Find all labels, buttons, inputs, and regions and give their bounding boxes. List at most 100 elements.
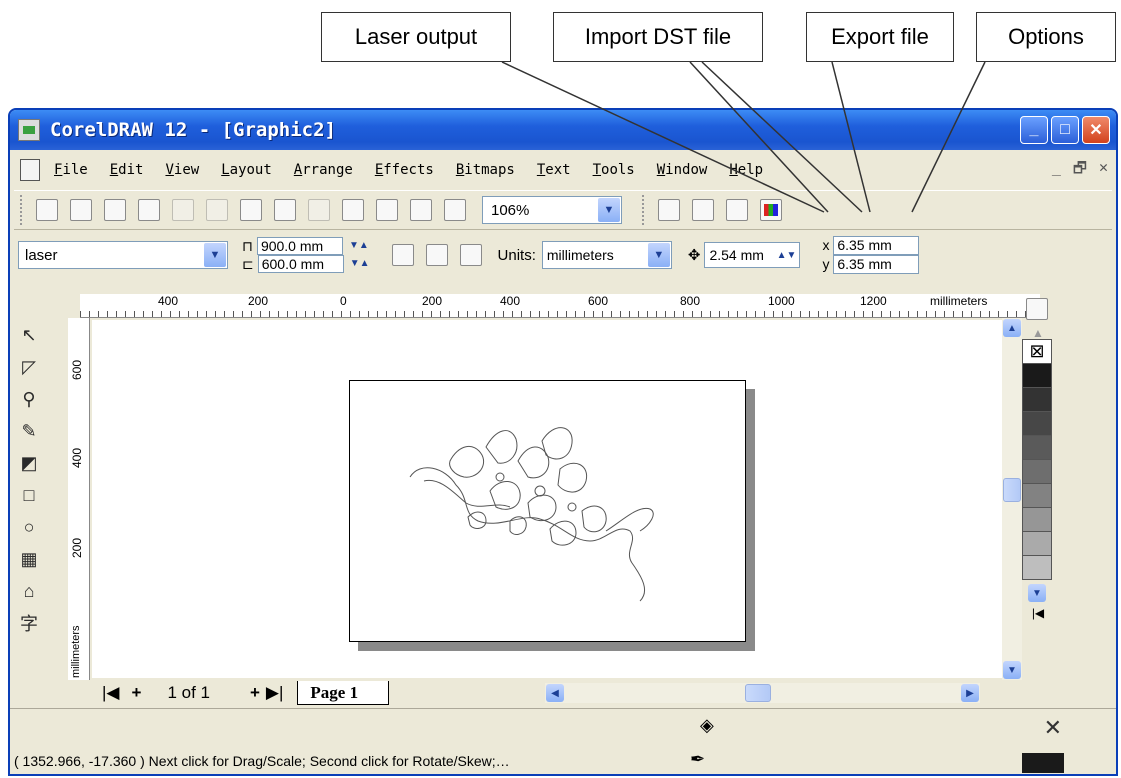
zoom-level-combo[interactable]: 106% ▼ [482,196,622,224]
scroll-right-button[interactable]: ▶ [961,684,979,702]
window-title: CorelDRAW 12 - [Graphic2] [50,119,336,141]
color-swatch[interactable] [1022,555,1052,580]
options-icon[interactable] [760,199,782,221]
menu-arrange[interactable]: Arrange [294,162,353,178]
menu-help[interactable]: Help [729,162,763,178]
scroll-up-button[interactable]: ▲ [1003,319,1021,337]
ruler-unit-label: millimeters [70,625,82,678]
smart-fill-icon[interactable]: ◩ [16,450,42,476]
rectangle-tool-icon[interactable]: □ [16,482,42,508]
ellipse-tool-icon[interactable]: ○ [16,514,42,540]
color-swatch[interactable] [1022,531,1052,556]
color-swatch[interactable] [1022,411,1052,436]
color-swatch[interactable] [1022,483,1052,508]
open-icon[interactable] [70,199,92,221]
export-file-icon[interactable] [726,199,748,221]
horizontal-scrollbar[interactable]: ◀ ▶ [545,683,980,703]
palette-options-icon[interactable] [1026,298,1048,320]
landscape-icon[interactable] [425,244,448,266]
text-tool-icon[interactable]: 字 [16,610,42,636]
add-page-before-button[interactable]: + [132,683,142,703]
scroll-left-button[interactable]: ◀ [546,684,564,702]
toolbar-grip[interactable] [20,195,24,225]
vertical-scrollbar[interactable]: ▲ ▼ [1002,318,1022,680]
color-swatch[interactable] [1022,363,1052,388]
shape-tool-icon[interactable]: ◸ [16,354,42,380]
drawing-canvas[interactable] [92,320,1002,678]
zoom-tool-icon[interactable]: ⚲ [16,386,42,412]
minimize-button[interactable]: _ [1020,116,1048,144]
undo-icon[interactable] [274,199,296,221]
color-swatch[interactable] [1022,435,1052,460]
pick-tool-icon[interactable]: ↖ [16,322,42,348]
chevron-down-icon[interactable]: ▼ [647,243,670,267]
menu-window[interactable]: Window [657,162,708,178]
height-spinner[interactable]: ▼▲ [350,256,370,272]
vertical-scroll-thumb[interactable] [1003,478,1021,502]
menu-edit[interactable]: Edit [110,162,144,178]
dup-x-field[interactable]: 6.35 mm [833,236,920,255]
menu-tools[interactable]: Tools [593,162,635,178]
page-layout-icon[interactable] [459,244,482,266]
horizontal-scroll-thumb[interactable] [745,684,771,702]
scroll-down-button[interactable]: ▼ [1003,661,1021,679]
doc-restore-button[interactable]: 🗗 [1073,158,1087,183]
title-bar[interactable]: CorelDRAW 12 - [Graphic2] _ □ ✕ [10,110,1116,150]
laser-output-icon[interactable] [658,199,680,221]
export-icon[interactable] [376,199,398,221]
last-page-button[interactable]: ▶| [266,683,284,703]
menu-file[interactable]: File [54,162,88,178]
close-button[interactable]: ✕ [1082,116,1110,144]
add-page-after-button[interactable]: + [250,683,260,703]
corel-online-icon[interactable] [444,199,466,221]
color-swatch[interactable] [1022,459,1052,484]
paper-width-field[interactable]: 900.0 mm [256,237,343,255]
width-spinner[interactable]: ▼▲ [349,238,369,254]
no-fill-swatch[interactable]: ⊠ [1022,339,1052,364]
graph-paper-icon[interactable]: ▦ [16,546,42,572]
application-launcher-icon[interactable] [410,199,432,221]
menu-view[interactable]: View [165,162,199,178]
outline-color-swatch[interactable] [1022,753,1064,773]
units-combo[interactable]: millimeters ▼ [541,241,672,269]
maximize-button[interactable]: □ [1051,116,1079,144]
page-border[interactable] [349,380,746,642]
first-page-button[interactable]: |◀ [102,683,120,703]
paste-icon[interactable] [240,199,262,221]
palette-expand-icon[interactable]: |◀ [1022,606,1054,620]
chevron-down-icon[interactable]: ▼ [204,243,226,267]
toolbar-grip-2[interactable] [642,195,646,225]
new-document-icon[interactable] [36,199,58,221]
save-icon[interactable] [104,199,126,221]
paper-height-field[interactable]: 600.0 mm [257,255,344,273]
vertical-ruler[interactable]: 600 400 200 millimeters [68,318,90,680]
menu-bitmaps[interactable]: Bitmaps [456,162,515,178]
palette-scroll-down-button[interactable]: ▼ [1028,584,1046,602]
freehand-tool-icon[interactable]: ✎ [16,418,42,444]
copy-icon[interactable] [206,199,228,221]
doc-minimize-button[interactable]: _ [1052,158,1061,183]
preset-combo[interactable]: laser ▼ [18,241,228,269]
palette-scroll-up-icon[interactable]: ▲ [1022,326,1054,340]
color-swatch[interactable] [1022,387,1052,412]
import-dst-file-icon[interactable] [692,199,714,221]
print-icon[interactable] [138,199,160,221]
cut-icon[interactable] [172,199,194,221]
menu-layout[interactable]: Layout [221,162,272,178]
document-icon[interactable] [20,159,40,181]
nudge-spinner[interactable]: ▲▼ [777,250,797,261]
horizontal-ruler[interactable]: 400 200 0 200 400 600 800 1000 1200 mill… [80,294,1040,318]
doc-close-button[interactable]: ✕ [1099,158,1108,183]
nudge-distance-field[interactable]: 2.54 mm ▲▼ [704,242,801,268]
floral-artwork[interactable] [350,381,747,643]
color-swatch[interactable] [1022,507,1052,532]
redo-icon[interactable] [308,199,330,221]
chevron-down-icon[interactable]: ▼ [598,198,620,222]
menu-effects[interactable]: Effects [375,162,434,178]
import-icon[interactable] [342,199,364,221]
menu-text[interactable]: Text [537,162,571,178]
dup-y-field[interactable]: 6.35 mm [833,255,920,274]
basic-shapes-icon[interactable]: ⌂ [16,578,42,604]
page-tab[interactable]: Page 1 [297,681,390,705]
portrait-icon[interactable] [391,244,414,266]
